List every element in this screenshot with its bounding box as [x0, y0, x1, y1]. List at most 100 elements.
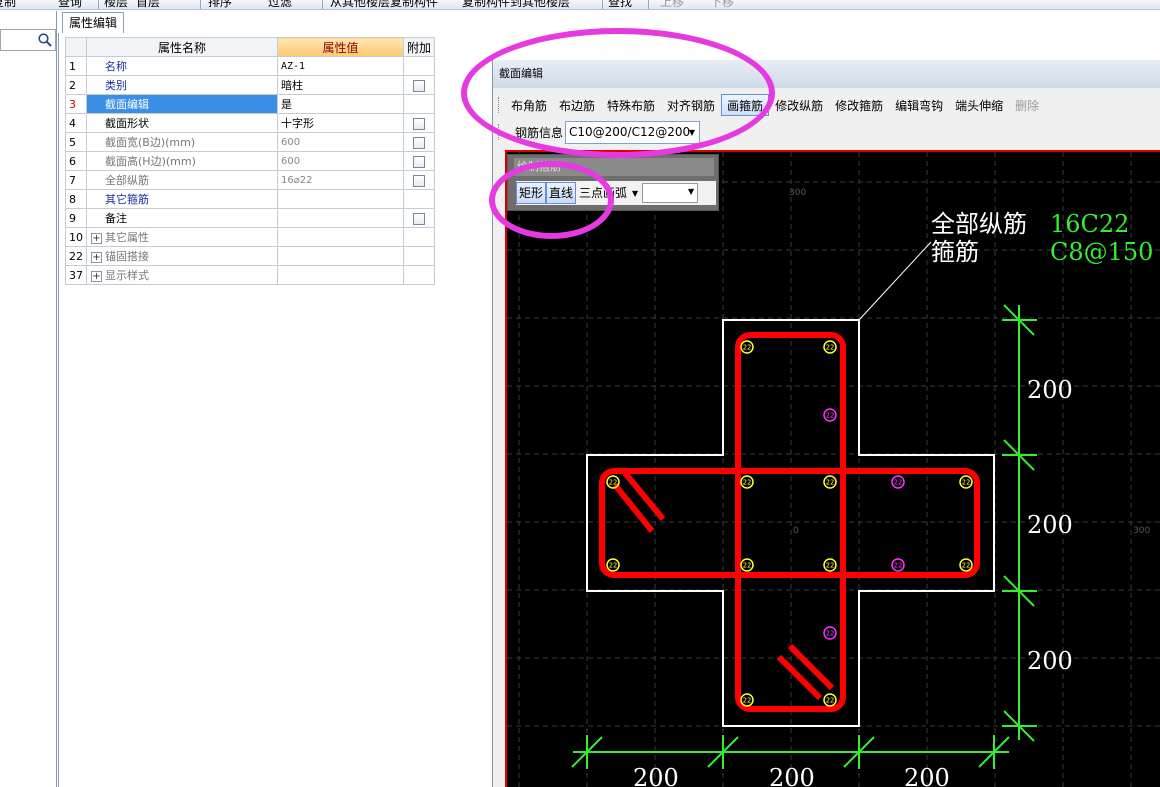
property-value[interactable]: [277, 227, 404, 247]
rebar-point[interactable]: 22: [823, 475, 837, 489]
toolbar-filter[interactable]: 过滤: [268, 0, 292, 9]
property-name[interactable]: + 显示样式: [86, 265, 278, 285]
toolbar-move-down[interactable]: 下移: [710, 0, 734, 9]
toolbar-find[interactable]: 查找: [608, 0, 632, 9]
column-header-extra[interactable]: 附加: [402, 37, 436, 57]
toolbar-sort[interactable]: 排序: [208, 0, 232, 9]
rebar-point[interactable]: 22: [959, 475, 973, 489]
tab-property-edit[interactable]: 属性编辑: [62, 12, 125, 33]
property-extra[interactable]: [402, 132, 436, 152]
property-extra[interactable]: [402, 75, 436, 95]
column-header-name[interactable]: 属性名称: [86, 37, 278, 57]
property-value[interactable]: AZ-1: [277, 56, 404, 76]
extra-checkbox[interactable]: [413, 136, 425, 149]
toolbar-floor-select[interactable]: 首层: [136, 0, 160, 9]
rebar-point[interactable]: 22: [823, 408, 837, 422]
property-name-label: 截面宽(B边)(mm): [105, 136, 196, 149]
property-value[interactable]: 十字形: [277, 113, 404, 133]
toolbar-move-up[interactable]: 上移: [660, 0, 684, 9]
property-value[interactable]: 暗柱: [277, 75, 404, 95]
delete-button[interactable]: 删除: [1009, 94, 1045, 116]
property-row[interactable]: 3 截面编辑 是: [65, 94, 436, 114]
chevron-down-icon: ▼: [688, 187, 695, 196]
rebar-size-label: 22: [743, 479, 751, 487]
property-extra[interactable]: [402, 170, 436, 190]
property-row[interactable]: 1 名称 AZ-1: [65, 56, 436, 76]
column-header-value[interactable]: 属性值: [277, 37, 404, 57]
stirrup-type-select[interactable]: ▼: [642, 183, 699, 203]
property-value[interactable]: [277, 265, 404, 285]
stirrup-horizontal[interactable]: [599, 468, 980, 578]
property-name[interactable]: + 锚固搭接: [86, 246, 278, 266]
section-canvas[interactable]: 300 0 300 22 22 22 22 22 22 22 22 22 22 22 22 22 22 22…: [505, 150, 1160, 787]
edit-longitudinal-button[interactable]: 修改纵筋: [769, 94, 829, 116]
dimension-bottom-2: 200: [769, 764, 815, 787]
rebar-point[interactable]: 22: [823, 626, 837, 640]
property-value[interactable]: 是: [277, 94, 404, 114]
property-value[interactable]: [277, 189, 404, 209]
end-extend-button[interactable]: 端头伸缩: [949, 94, 1009, 116]
rebar-point[interactable]: 22: [606, 558, 620, 572]
stirrup-hook: [622, 471, 666, 521]
property-row[interactable]: 10 + 其它属性: [65, 227, 436, 247]
expand-icon[interactable]: +: [91, 252, 102, 263]
property-name[interactable]: + 其它属性: [86, 227, 278, 247]
property-name[interactable]: 截面宽(B边)(mm): [86, 132, 278, 152]
property-row[interactable]: 6 截面高(H边)(mm) 600: [65, 151, 436, 171]
rebar-point[interactable]: 22: [606, 475, 620, 489]
property-value[interactable]: 600: [277, 151, 404, 171]
toolbar-copy-to-floor[interactable]: 复制构件到其他楼层: [462, 0, 570, 9]
rebar-point[interactable]: 22: [891, 558, 905, 572]
property-row[interactable]: 8 其它箍筋: [65, 189, 436, 209]
property-value[interactable]: 16⌀22: [277, 170, 404, 190]
property-name[interactable]: 截面形状: [86, 113, 278, 133]
property-name[interactable]: 名称: [86, 56, 278, 76]
extra-checkbox[interactable]: [413, 155, 425, 168]
extra-checkbox[interactable]: [413, 117, 425, 130]
property-extra[interactable]: [402, 208, 436, 228]
property-row[interactable]: 9 备注: [65, 208, 436, 228]
property-row[interactable]: 7 全部纵筋 16⌀22: [65, 170, 436, 190]
property-row[interactable]: 2 类别 暗柱: [65, 75, 436, 95]
property-name[interactable]: 截面高(H边)(mm): [86, 151, 278, 171]
property-extra[interactable]: [402, 113, 436, 133]
rebar-point[interactable]: 22: [959, 558, 973, 572]
property-row[interactable]: 22 + 锚固搭接: [65, 246, 436, 266]
row-number: 8: [65, 189, 87, 209]
rebar-point[interactable]: 22: [823, 340, 837, 354]
extra-checkbox[interactable]: [413, 212, 425, 225]
property-name[interactable]: 截面编辑: [86, 94, 278, 114]
toolbar-query[interactable]: 查询: [58, 0, 82, 9]
property-row[interactable]: 5 截面宽(B边)(mm) 600: [65, 132, 436, 152]
toolbar-copy-from-floor[interactable]: 从其他楼层复制构件: [330, 0, 438, 9]
chevron-down-icon[interactable]: ▼: [632, 189, 638, 198]
property-row[interactable]: 4 截面形状 十字形: [65, 113, 436, 133]
search-icon[interactable]: [37, 32, 53, 48]
property-name[interactable]: 全部纵筋: [86, 170, 278, 190]
property-value[interactable]: [277, 208, 404, 228]
property-extra[interactable]: [402, 151, 436, 171]
rebar-point[interactable]: 22: [740, 475, 754, 489]
property-name[interactable]: 类别: [86, 75, 278, 95]
rebar-point[interactable]: 22: [740, 340, 754, 354]
expand-icon[interactable]: +: [91, 233, 102, 244]
extra-checkbox[interactable]: [413, 174, 425, 187]
rebar-point[interactable]: 22: [740, 693, 754, 707]
property-name[interactable]: 备注: [86, 208, 278, 228]
rebar-point[interactable]: 22: [891, 475, 905, 489]
extra-checkbox[interactable]: [413, 79, 425, 92]
property-value[interactable]: [277, 246, 404, 266]
expand-icon[interactable]: +: [91, 271, 102, 282]
property-name[interactable]: 其它箍筋: [86, 189, 278, 209]
toolbar-copy[interactable]: 复制: [0, 0, 16, 9]
edit-hook-button[interactable]: 编辑弯钩: [889, 94, 949, 116]
property-row[interactable]: 37 + 显示样式: [65, 265, 436, 285]
rebar-point[interactable]: 22: [823, 693, 837, 707]
property-value[interactable]: 600: [277, 132, 404, 152]
rebar-point[interactable]: 22: [823, 558, 837, 572]
property-name-label: 名称: [105, 60, 127, 73]
rebar-point[interactable]: 22: [740, 558, 754, 572]
property-extra: [402, 265, 436, 285]
edit-stirrup-button[interactable]: 修改箍筋: [829, 94, 889, 116]
search-input[interactable]: [0, 29, 56, 51]
